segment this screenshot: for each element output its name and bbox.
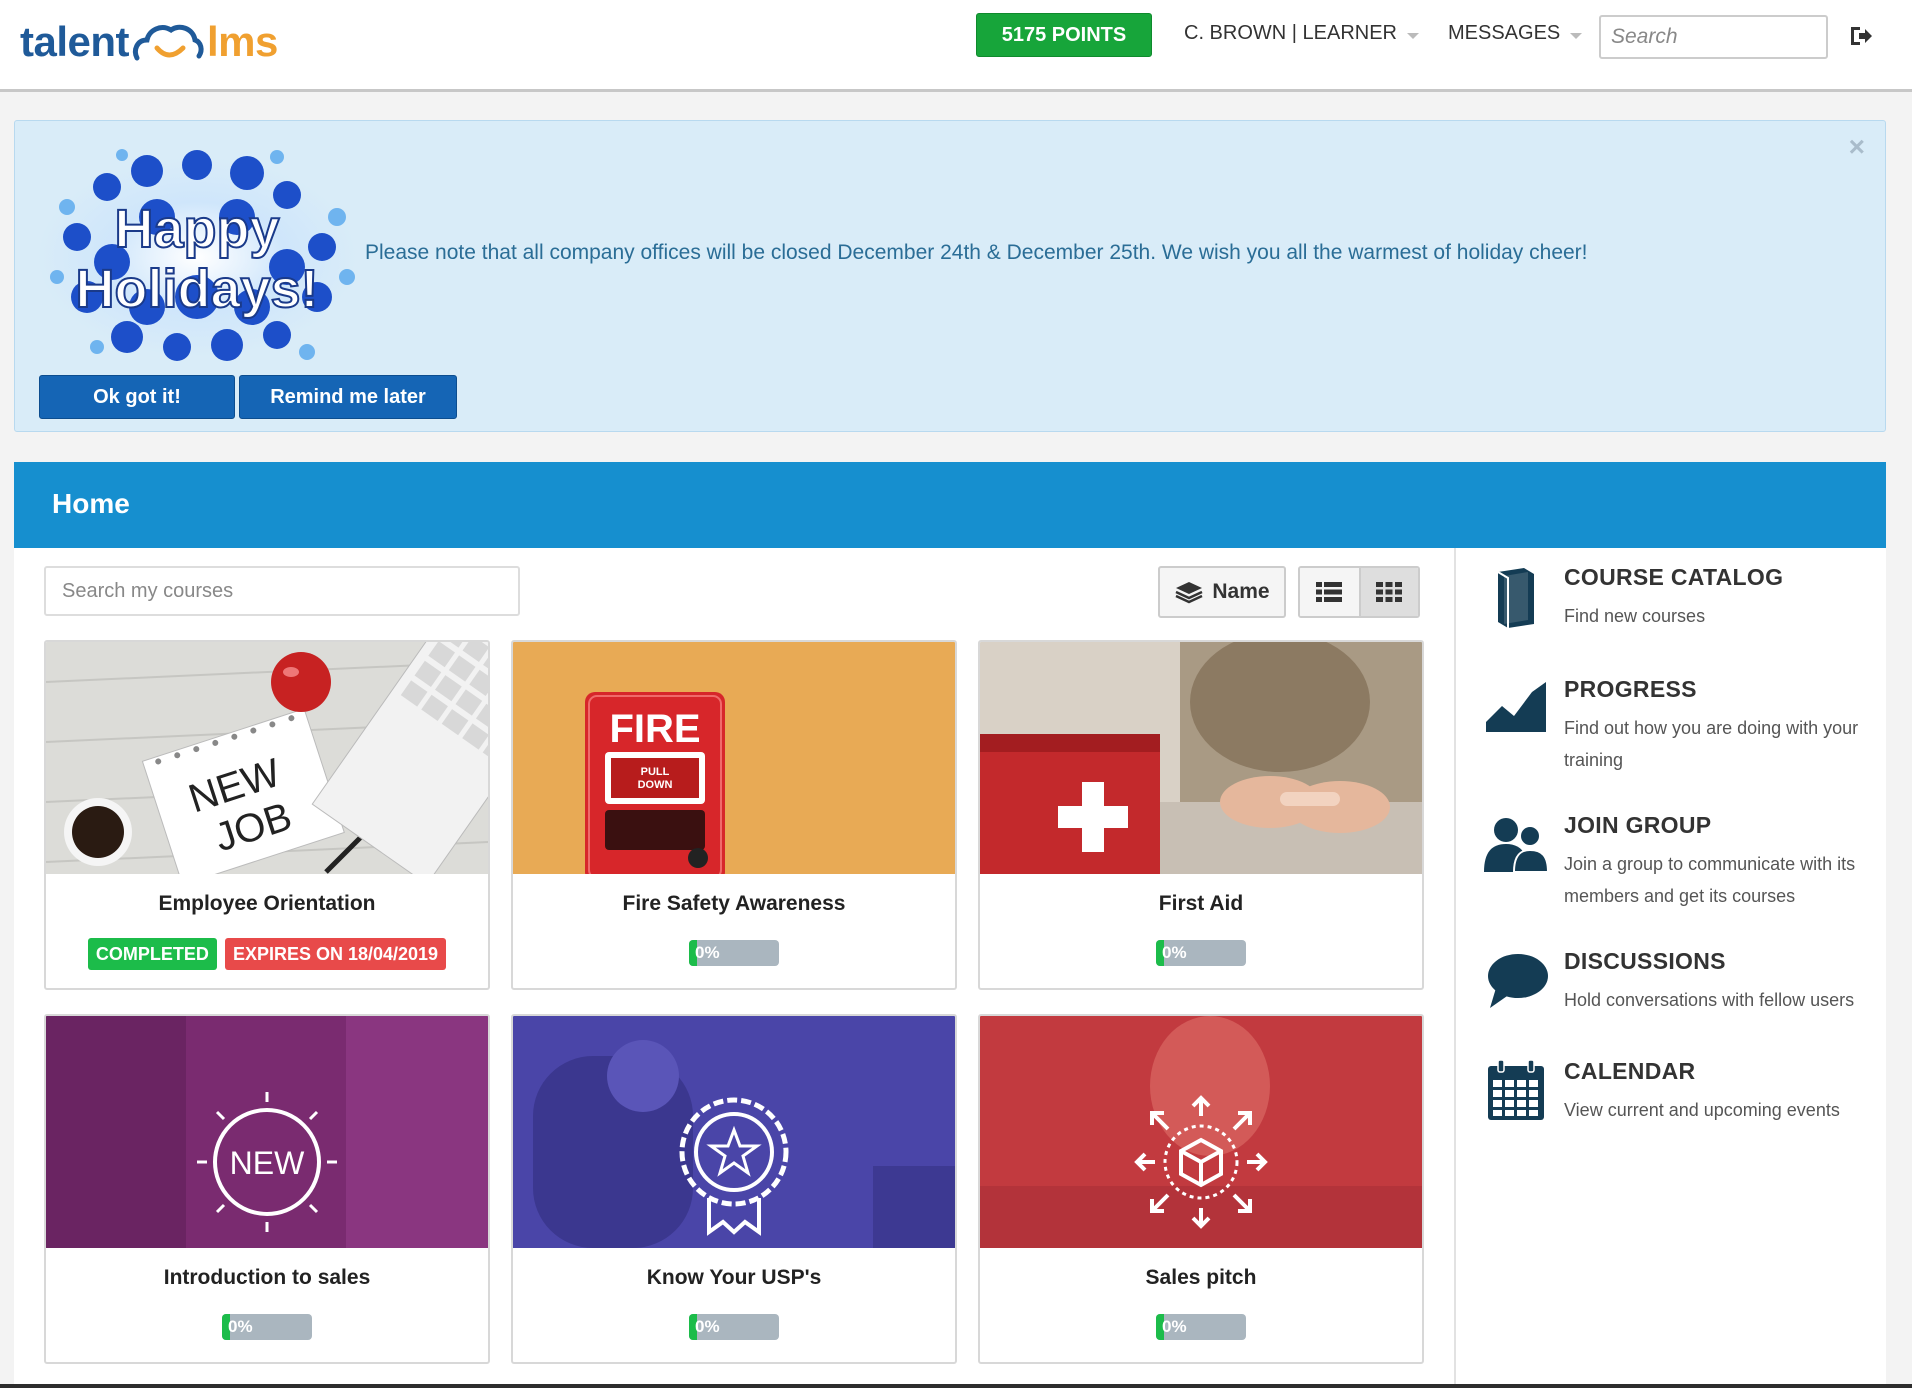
vertical-divider — [1454, 548, 1456, 1384]
sidebar-title: JOIN GROUP — [1564, 812, 1712, 838]
chat-bubble-icon — [1488, 954, 1548, 1008]
progress-bar: 0% — [689, 1314, 779, 1340]
progress-label: 0% — [228, 1317, 253, 1336]
happy-holidays-image: Happy Holidays! — [37, 149, 357, 361]
sort-label: Name — [1212, 580, 1270, 603]
bottom-border — [0, 1384, 1912, 1388]
course-thumbnail — [513, 1016, 955, 1248]
thumb-new-text: NEW — [230, 1145, 305, 1181]
progress-label: 0% — [695, 943, 720, 962]
progress-bar: 0% — [689, 940, 779, 966]
course-title[interactable]: Fire Safety Awareness — [513, 892, 955, 916]
messages-menu[interactable]: MESSAGES — [1448, 22, 1583, 45]
sidebar-item-course-catalog[interactable]: COURSE CATALOG Find new courses — [1484, 564, 1884, 654]
expiry-badge: EXPIRES ON 18/04/2019 — [224, 938, 447, 970]
course-thumbnail — [980, 1016, 1422, 1248]
logout-icon[interactable] — [1848, 24, 1874, 48]
course-card-know-your-usps[interactable]: Know Your USP's 0% — [511, 1014, 957, 1364]
close-icon[interactable]: × — [1849, 133, 1865, 161]
grid-view-button[interactable] — [1358, 568, 1418, 616]
list-view-button[interactable] — [1300, 568, 1359, 616]
remind-me-later-button[interactable]: Remind me later — [239, 375, 457, 419]
sidebar-item-progress[interactable]: PROGRESS Find out how you are doing with… — [1484, 676, 1884, 786]
progress-bar: 0% — [1156, 1314, 1246, 1340]
book-icon — [1497, 568, 1534, 628]
thumb-small-text-2: DOWN — [638, 779, 673, 791]
sidebar-desc: Find new courses — [1564, 606, 1706, 626]
cloud-logo-icon — [132, 24, 204, 61]
course-card-introduction-to-sales[interactable]: NEW Introduction to sales 0% — [44, 1014, 490, 1364]
announcement-message: Please note that all company offices wil… — [365, 241, 1588, 264]
layers-icon — [1175, 582, 1203, 604]
course-thumbnail: NEW — [46, 1016, 488, 1248]
sidebar-item-discussions[interactable]: DISCUSSIONS Hold conversations with fell… — [1484, 948, 1884, 1038]
sidebar-desc: Join a group to communicate with its mem… — [1564, 854, 1856, 906]
user-menu[interactable]: C. BROWN | LEARNER — [1184, 22, 1419, 45]
course-card-sales-pitch[interactable]: Sales pitch 0% — [978, 1014, 1424, 1364]
course-title[interactable]: Sales pitch — [980, 1266, 1422, 1290]
sidebar-desc: Find out how you are doing with your tra… — [1564, 718, 1859, 770]
group-icon — [1484, 818, 1548, 873]
sidebar-title: CALENDAR — [1564, 1058, 1696, 1084]
announcement-banner: Happy Holidays! Please note that all com… — [14, 120, 1886, 432]
logo-text-lms: lms — [207, 18, 278, 65]
course-card-employee-orientation[interactable]: NEW JOB Employee Orientation COMPLETED E… — [44, 640, 490, 990]
list-icon — [1316, 582, 1343, 602]
course-thumbnail: FIRE PULL DOWN — [513, 642, 955, 874]
progress-bar: 0% — [1156, 940, 1246, 966]
sidebar-title: PROGRESS — [1564, 676, 1697, 702]
thumb-small-text-1: PULL — [641, 766, 670, 778]
messages-menu-label: MESSAGES — [1448, 22, 1561, 44]
home-header: Home — [14, 462, 1886, 548]
holiday-text-line2: Holidays! — [75, 259, 318, 319]
top-bar: talent lms 5175 POINTS C. BROWN | LEARNE… — [0, 0, 1912, 92]
course-title[interactable]: First Aid — [980, 892, 1422, 916]
grid-icon — [1376, 582, 1403, 602]
talentlms-logo[interactable]: talent lms — [20, 12, 278, 72]
course-thumbnail — [980, 642, 1422, 874]
course-card-fire-safety[interactable]: FIRE PULL DOWN Fire Safety Awareness 0% — [511, 640, 957, 990]
progress-label: 0% — [1162, 1317, 1187, 1336]
course-title[interactable]: Know Your USP's — [513, 1266, 955, 1290]
course-search-input[interactable] — [44, 566, 520, 616]
ok-got-it-button[interactable]: Ok got it! — [39, 375, 235, 419]
sidebar-desc: Hold conversations with fellow users — [1564, 990, 1855, 1010]
course-card-first-aid[interactable]: First Aid 0% — [978, 640, 1424, 990]
caret-down-icon — [1407, 32, 1419, 39]
page-title: Home — [52, 488, 130, 519]
home-body: Name — [14, 548, 1886, 1384]
sidebar-item-join-group[interactable]: JOIN GROUP Join a group to communicate w… — [1484, 812, 1884, 922]
logo-text-talent: talent — [20, 18, 130, 65]
progress-label: 0% — [1162, 943, 1187, 962]
course-title[interactable]: Introduction to sales — [46, 1266, 488, 1290]
sidebar-title: DISCUSSIONS — [1564, 948, 1726, 974]
user-menu-label: C. BROWN | LEARNER — [1184, 22, 1397, 44]
sidebar-desc: View current and upcoming events — [1564, 1100, 1840, 1120]
sort-by-name-button[interactable]: Name — [1158, 566, 1286, 618]
calendar-icon — [1488, 1059, 1544, 1120]
progress-bar: 0% — [222, 1314, 312, 1340]
thumb-sign-text: FIRE — [609, 707, 700, 751]
course-title[interactable]: Employee Orientation — [46, 892, 488, 916]
chart-icon — [1486, 682, 1546, 732]
caret-down-icon — [1570, 32, 1583, 39]
course-thumbnail: NEW JOB — [46, 642, 488, 874]
points-button[interactable]: 5175 POINTS — [976, 13, 1152, 57]
holiday-text-line1: Happy — [114, 199, 279, 259]
sidebar-item-calendar[interactable]: CALENDAR View current and upcoming event… — [1484, 1058, 1884, 1148]
status-badge: COMPLETED — [87, 938, 217, 970]
global-search-input[interactable] — [1599, 15, 1828, 59]
view-toggle — [1298, 566, 1420, 618]
course-badges: COMPLETED EXPIRES ON 18/04/2019 — [46, 938, 488, 970]
sidebar-title: COURSE CATALOG — [1564, 564, 1784, 590]
progress-label: 0% — [695, 1317, 720, 1336]
